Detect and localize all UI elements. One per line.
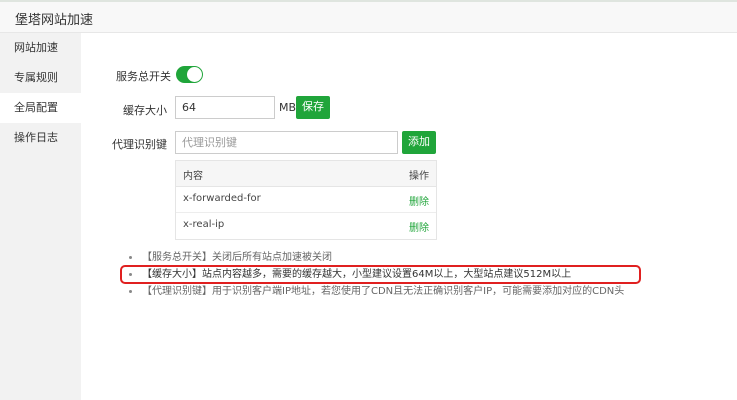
service-switch-toggle[interactable]	[176, 66, 203, 83]
table-row: x-real-ip 删除	[176, 213, 436, 239]
help-note: 【代理识别键】用于识别客户端IP地址，若您使用了CDN且无法正确识别客户IP，可…	[126, 283, 726, 300]
proxy-key-input[interactable]	[175, 131, 398, 154]
sidebar-item-exclusive-rules[interactable]: 专属规则	[0, 63, 81, 93]
delete-link[interactable]: 删除	[409, 219, 429, 234]
help-note: 【服务总开关】关闭后所有站点加速被关闭	[126, 249, 726, 266]
cache-size-input[interactable]	[175, 96, 275, 119]
row-content: x-forwarded-for	[183, 193, 261, 204]
bullet-icon	[129, 290, 132, 293]
proxy-key-label: 代理识别键	[112, 138, 167, 151]
table-row: x-forwarded-for 删除	[176, 187, 436, 213]
toggle-knob	[187, 67, 202, 82]
row-content: x-real-ip	[183, 219, 225, 230]
proxy-key-table: 内容 操作 x-forwarded-for 删除 x-real-ip 删除	[175, 160, 437, 240]
column-header-action: 操作	[409, 171, 429, 182]
table-header: 内容 操作	[176, 161, 436, 187]
help-note-text: 【代理识别键】用于识别客户端IP地址，若您使用了CDN且无法正确识别客户IP，可…	[142, 286, 625, 297]
save-button[interactable]: 保存	[296, 96, 330, 119]
service-switch-label: 服务总开关	[116, 70, 171, 83]
cache-size-label: 缓存大小	[123, 104, 167, 117]
delete-link[interactable]: 删除	[409, 193, 429, 208]
sidebar-item-operation-log[interactable]: 操作日志	[0, 123, 81, 153]
sidebar-item-global-config[interactable]: 全局配置	[0, 93, 81, 123]
bullet-icon	[129, 256, 132, 259]
title-bar: 堡塔网站加速	[0, 2, 737, 33]
window-title: 堡塔网站加速	[15, 13, 94, 28]
highlight-annotation-box	[120, 265, 641, 284]
sidebar: 网站加速 专属规则 全局配置 操作日志	[0, 33, 81, 400]
add-button[interactable]: 添加	[402, 131, 436, 154]
cache-size-unit: MB	[279, 101, 297, 114]
main-panel: 服务总开关 缓存大小 MB 保存 代理识别键 添加 内容 操作 x-forwar…	[81, 33, 737, 400]
sidebar-item-site-acceleration[interactable]: 网站加速	[0, 33, 81, 63]
help-note-text: 【服务总开关】关闭后所有站点加速被关闭	[142, 252, 332, 263]
column-header-content: 内容	[183, 171, 203, 182]
